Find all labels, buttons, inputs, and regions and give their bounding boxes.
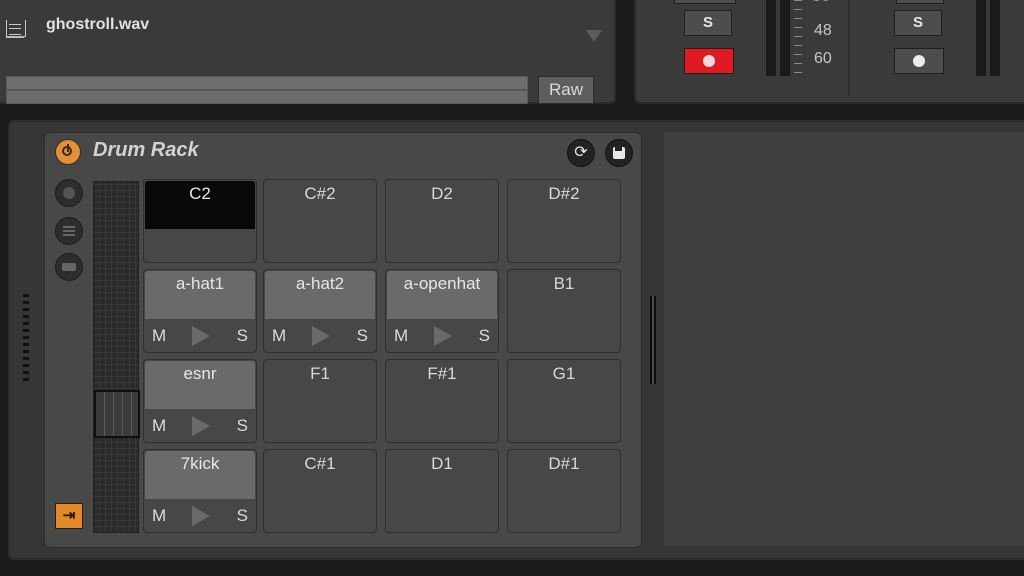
pad-label: a-hat1 <box>175 274 225 293</box>
record-arm-button-2[interactable] <box>894 48 944 74</box>
pad-label: D2 <box>431 184 453 203</box>
pad-controls: MS <box>144 410 256 442</box>
pad-label: a-openhat <box>403 274 481 293</box>
drum-pad[interactable]: G1 <box>507 359 621 443</box>
pad-label: C2 <box>189 184 211 203</box>
io-toggle-icon[interactable] <box>55 253 83 281</box>
pad-label: F1 <box>310 364 330 383</box>
drum-rack-header: Drum Rack ⟳ <box>45 133 641 171</box>
device-drop-area[interactable] <box>664 132 1024 546</box>
pad-mute-button[interactable]: M <box>152 326 166 346</box>
io-shape <box>62 263 76 271</box>
drum-pad[interactable]: D1 <box>385 449 499 533</box>
pad-label: 7kick <box>180 454 220 473</box>
pad-mute-button[interactable]: M <box>152 416 166 436</box>
drum-pad[interactable]: a-hat1 M S <box>143 269 257 353</box>
macro-toggle-icon[interactable] <box>55 179 83 207</box>
pad-play-icon[interactable] <box>192 416 211 436</box>
drum-pad[interactable]: D2 <box>385 179 499 263</box>
mixer-divider <box>848 0 850 96</box>
raw-button[interactable]: Raw <box>538 76 594 104</box>
pad-overview[interactable] <box>93 181 140 533</box>
sample-file-icon <box>6 20 26 37</box>
record-icon <box>703 55 715 67</box>
pad-play-icon[interactable] <box>434 326 453 346</box>
level-meter-right-2 <box>990 0 1000 76</box>
floppy-slot <box>615 147 622 151</box>
pad-controls: MS <box>144 320 256 352</box>
sample-name-underline <box>6 36 24 38</box>
pad-label: D#1 <box>548 454 580 473</box>
sample-row: ghostroll.wav <box>6 16 610 42</box>
volume-mark-48: 48 <box>814 22 832 39</box>
pad-solo-button[interactable]: S <box>237 326 248 346</box>
rack-resize-handle[interactable] <box>650 296 656 384</box>
list-lines <box>63 226 75 228</box>
record-icon <box>913 55 925 67</box>
record-arm-button[interactable] <box>684 48 734 74</box>
device-fold-handle[interactable] <box>23 294 29 382</box>
solo-button[interactable]: S <box>684 10 732 36</box>
show-chains-button[interactable]: ⇥ <box>55 503 83 529</box>
pad-mute-button[interactable]: M <box>152 506 166 526</box>
drum-pad[interactable]: D#2 <box>507 179 621 263</box>
pad-label: a-hat2 <box>295 274 345 293</box>
drum-pad[interactable]: D#1 <box>507 449 621 533</box>
drum-pad[interactable]: a-openhat M S <box>385 269 499 353</box>
pad-label: G1 <box>552 364 576 383</box>
save-preset-icon[interactable] <box>605 139 633 167</box>
pad-overview-viewport[interactable] <box>94 390 140 438</box>
drum-pad[interactable]: F1 <box>263 359 377 443</box>
hot-swap-preset-icon[interactable]: ⟳ <box>567 139 595 167</box>
device-title[interactable]: Drum Rack <box>93 139 199 162</box>
mixer-button-partial[interactable] <box>674 0 736 4</box>
drum-pad[interactable]: a-hat2 M S <box>263 269 377 353</box>
pad-label: esnr <box>183 364 217 383</box>
sample-name[interactable]: ghostroll.wav <box>46 16 149 34</box>
pad-label: C#2 <box>304 184 336 203</box>
sample-dropdown-icon[interactable] <box>586 30 602 42</box>
chain-list-icon[interactable] <box>55 217 83 245</box>
solo-button-2[interactable]: S <box>894 10 942 36</box>
pad-label: C#1 <box>304 454 336 473</box>
drum-pad[interactable]: 7kick M S <box>143 449 257 533</box>
level-meter-left <box>766 0 776 76</box>
pad-label: F#1 <box>427 364 457 383</box>
sample-scrub-bar[interactable] <box>6 76 528 104</box>
volume-mark-60: 60 <box>814 50 832 67</box>
pad-solo-button[interactable]: S <box>357 326 368 346</box>
volume-scale-ticks <box>794 0 802 76</box>
drum-pad[interactable]: C#1 <box>263 449 377 533</box>
pad-controls: MS <box>144 500 256 532</box>
mixer-button-partial-2[interactable] <box>896 0 944 4</box>
pad-controls: MS <box>386 320 498 352</box>
pad-controls: MS <box>264 320 376 352</box>
pad-solo-button[interactable]: S <box>237 416 248 436</box>
pad-grid: C2 C#2 D2 D#2 a-hat1 M Sa-hat2 M Sa-openhat M S B1 e… <box>143 179 629 541</box>
pad-solo-button[interactable]: S <box>237 506 248 526</box>
drum-pad[interactable]: C2 <box>143 179 257 263</box>
pad-mute-button[interactable]: M <box>394 326 408 346</box>
device-power-icon[interactable] <box>55 139 81 165</box>
pad-play-icon[interactable] <box>192 326 211 346</box>
pad-mute-button[interactable]: M <box>272 326 286 346</box>
volume-mark-partial: 36 <box>812 0 830 6</box>
pad-label: D1 <box>431 454 453 473</box>
drum-pad[interactable]: F#1 <box>385 359 499 443</box>
pad-play-icon[interactable] <box>192 506 211 526</box>
pad-play-icon[interactable] <box>312 326 331 346</box>
drum-pad[interactable]: esnr M S <box>143 359 257 443</box>
pad-solo-button[interactable]: S <box>479 326 490 346</box>
drum-pad[interactable]: B1 <box>507 269 621 353</box>
level-meter-left-2 <box>976 0 986 76</box>
level-meter-right <box>780 0 790 76</box>
drum-pad[interactable]: C#2 <box>263 179 377 263</box>
pad-label: B1 <box>553 274 575 293</box>
pad-label: D#2 <box>548 184 580 203</box>
drum-rack-device: Drum Rack ⟳ ⇥ C2 C#2 D2 D#2 a-hat1 M Sa-hat2 M S… <box>44 132 642 548</box>
